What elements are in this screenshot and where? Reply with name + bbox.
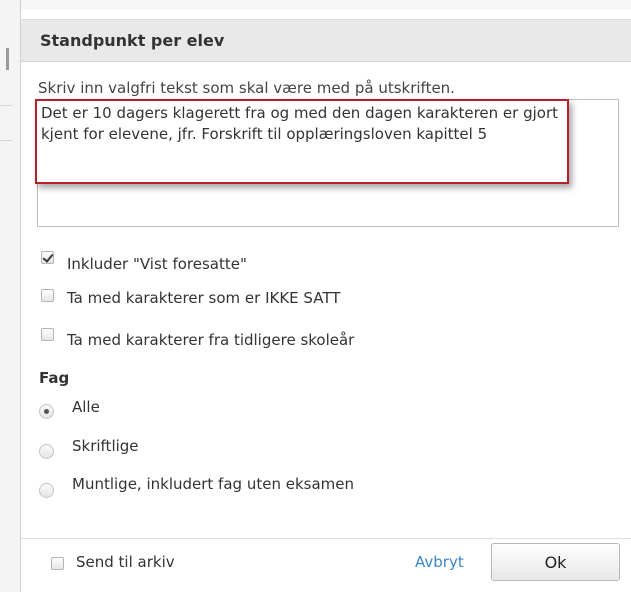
instruction-text: Skriv inn valgfri tekst som skal være me… bbox=[38, 79, 455, 97]
highlighted-note[interactable]: Det er 10 dagers klagerett fra og med de… bbox=[35, 99, 569, 184]
checkbox-include-shown-guardians[interactable] bbox=[41, 251, 54, 264]
checkbox-include-not-set[interactable] bbox=[41, 289, 54, 302]
cancel-link[interactable]: Avbryt bbox=[415, 553, 464, 571]
note-text: Det er 10 dagers klagerett fra og med de… bbox=[41, 104, 559, 143]
option-label-include-shown-guardians: Inkluder "Vist foresatte" bbox=[67, 255, 247, 273]
checkbox-send-archive[interactable] bbox=[51, 557, 64, 570]
radio-label-muntlige: Muntlige, inkludert fag uten eksamen bbox=[72, 475, 354, 493]
checkbox-include-previous-years[interactable] bbox=[41, 328, 54, 341]
option-label-include-previous-years: Ta med karakterer fra tidligere skoleår bbox=[67, 331, 355, 349]
option-label-include-not-set: Ta med karakterer som er IKKE SATT bbox=[67, 289, 341, 307]
background-divider bbox=[0, 105, 12, 106]
background-page bbox=[0, 0, 20, 592]
radio-label-skriftlige: Skriftlige bbox=[72, 437, 139, 455]
radio-alle[interactable] bbox=[39, 404, 54, 419]
dialog-header: Standpunkt per elev bbox=[21, 19, 631, 62]
ok-button[interactable]: Ok bbox=[491, 543, 620, 581]
send-archive-label: Send til arkiv bbox=[76, 553, 175, 571]
background-divider bbox=[0, 140, 12, 141]
dialog-top-band bbox=[21, 0, 631, 10]
dialog-title: Standpunkt per elev bbox=[40, 31, 225, 50]
radio-skriftlige[interactable] bbox=[39, 444, 54, 459]
footer-divider bbox=[21, 538, 631, 539]
radio-label-alle: Alle bbox=[72, 398, 100, 416]
radio-muntlige[interactable] bbox=[39, 483, 54, 498]
background-separator bbox=[6, 48, 9, 70]
section-heading-fag: Fag bbox=[39, 369, 70, 387]
print-dialog: Standpunkt per elev Skriv inn valgfri te… bbox=[20, 0, 631, 592]
